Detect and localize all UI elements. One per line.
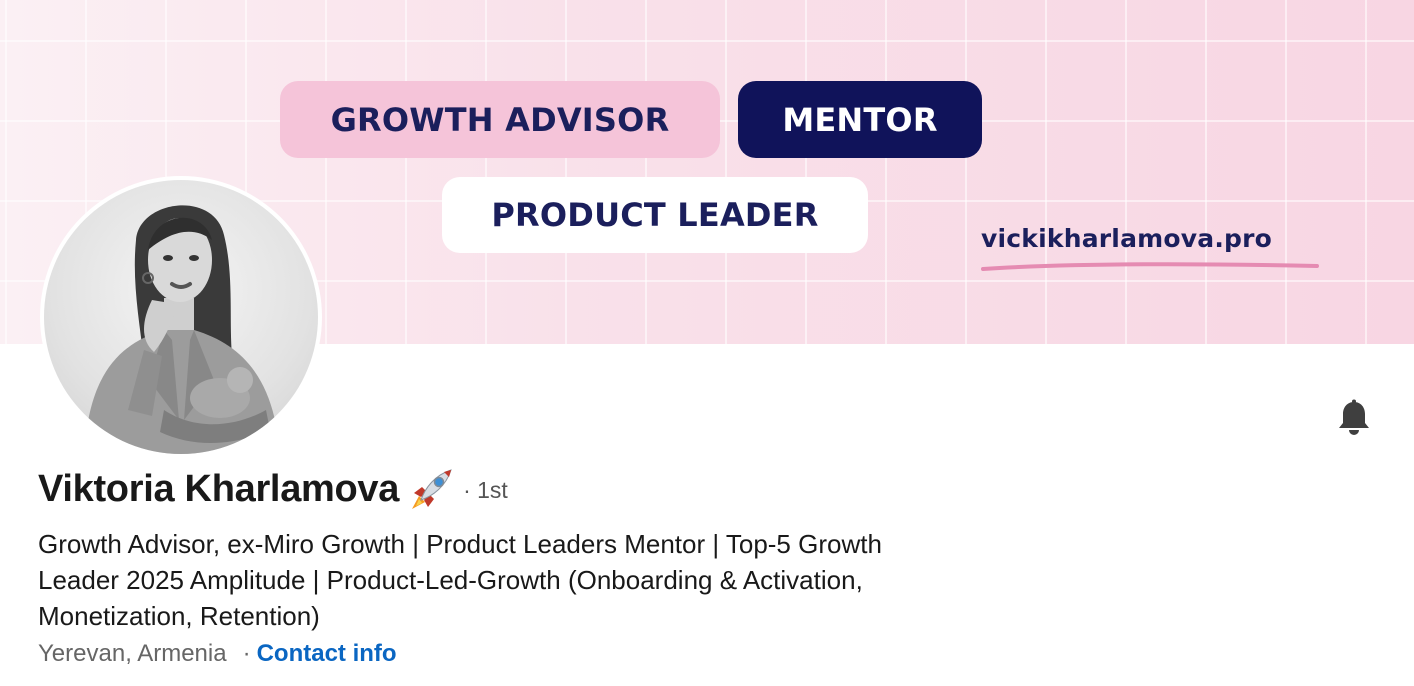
profile-location: Yerevan, Armenia <box>38 640 227 667</box>
connection-degree: · 1st <box>463 476 508 503</box>
profile-name: Viktoria Kharlamova <box>38 467 400 510</box>
meta-separator: · <box>242 640 251 667</box>
banner-pill-mentor: MENTOR <box>738 81 982 158</box>
bell-icon[interactable] <box>1334 398 1374 438</box>
banner-website-text: vickikharlamova.pro <box>981 224 1273 253</box>
avatar-photo <box>44 180 318 454</box>
profile-page: GROWTH ADVISOR MENTOR PRODUCT LEADER vic… <box>0 0 1414 686</box>
banner-pill-product-leader: PRODUCT LEADER <box>442 177 868 253</box>
profile-meta-row: Yerevan, Armenia · Contact info <box>38 640 397 668</box>
rocket-icon <box>412 469 452 509</box>
banner-pill-growth-advisor: GROWTH ADVISOR <box>280 81 720 158</box>
profile-name-row: Viktoria Kharlamova · 1st <box>38 466 508 512</box>
profile-avatar[interactable] <box>40 176 322 458</box>
banner-underline-stroke <box>981 262 1319 271</box>
contact-info-link[interactable]: Contact info <box>257 640 397 668</box>
profile-headline: Growth Advisor, ex-Miro Growth | Product… <box>38 529 882 631</box>
